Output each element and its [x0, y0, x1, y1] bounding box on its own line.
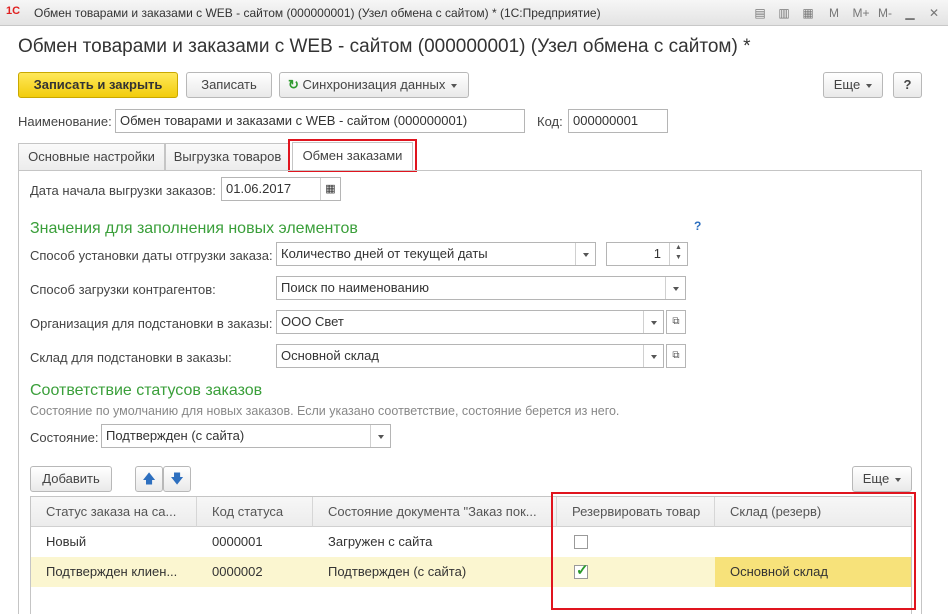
cell-status-code: 0000001: [212, 534, 263, 549]
name-input[interactable]: Обмен товарами и заказами с WEB - сайтом…: [115, 109, 525, 133]
start-date-input[interactable]: 01.06.2017 ▦: [221, 177, 341, 201]
section-new-elements-title: Значения для заполнения новых элементов: [30, 220, 358, 237]
warehouse-value: Основной склад: [281, 348, 379, 363]
contractors-label: Способ загрузки контрагентов:: [30, 282, 216, 297]
ship-days-stepper[interactable]: 1 ▲ ▼: [606, 242, 688, 266]
column-header-status-code[interactable]: Код статуса: [197, 497, 313, 527]
organization-value: ООО Свет: [281, 314, 344, 329]
cell-document-state: Загружен с сайта: [328, 534, 433, 549]
chevron-down-icon[interactable]: [575, 243, 595, 265]
ship-days-value: 1: [653, 246, 661, 261]
help-button[interactable]: ?: [893, 72, 922, 98]
sync-data-label: Синхронизация данных: [302, 77, 446, 92]
chevron-down-icon: [451, 83, 458, 88]
code-input[interactable]: 000000001: [568, 109, 668, 133]
tab-highlight-frame: [288, 139, 417, 172]
section-status-title: Соответствие статусов заказов: [30, 382, 263, 399]
state-value: Подтвержден (с сайта): [106, 428, 245, 443]
save-and-close-button[interactable]: Записать и закрыть: [18, 72, 178, 98]
print-icon[interactable]: ▤: [752, 5, 768, 21]
column-header-site-status[interactable]: Статус заказа на са...: [31, 497, 197, 527]
close-icon[interactable]: ✕: [926, 5, 942, 21]
move-down-icon[interactable]: 🡇: [163, 466, 191, 492]
calendar-icon[interactable]: ▦: [800, 5, 816, 21]
ship-date-value: Количество дней от текущей даты: [281, 246, 488, 261]
window-titlebar: 1С Обмен товарами и заказами с WEB - сай…: [0, 0, 948, 26]
save-button[interactable]: Записать: [186, 72, 272, 98]
minimize-icon[interactable]: ▁: [902, 5, 918, 21]
refresh-icon: ↻: [288, 77, 299, 92]
start-date-label: Дата начала выгрузки заказов:: [30, 183, 216, 198]
cell-document-state: Подтвержден (с сайта): [328, 564, 467, 579]
reserve-columns-highlight-frame: [551, 492, 916, 610]
chevron-down-icon[interactable]: [370, 425, 390, 447]
document-icon[interactable]: ▥: [776, 5, 792, 21]
tab-goods-export[interactable]: Выгрузка товаров: [165, 143, 290, 170]
form-heading: Обмен товарами и заказами с WEB - сайтом…: [18, 36, 751, 57]
start-date-value: 01.06.2017: [226, 181, 292, 196]
memory-mminus-button[interactable]: M-: [874, 5, 896, 21]
chevron-down-icon[interactable]: [643, 311, 663, 333]
column-header-document-state[interactable]: Состояние документа "Заказ пок...: [313, 497, 557, 527]
cell-site-status: Подтвержден клиен...: [46, 564, 178, 579]
section-help-icon[interactable]: ?: [694, 219, 701, 233]
contractors-select[interactable]: Поиск по наименованию: [276, 276, 686, 300]
organization-label: Организация для подстановки в заказы:: [30, 316, 273, 331]
calendar-icon[interactable]: ▦: [320, 178, 340, 200]
move-up-icon[interactable]: 🡅: [135, 466, 163, 492]
app-logo: 1С: [6, 5, 21, 17]
state-label: Состояние:: [30, 430, 99, 445]
warehouse-label: Склад для подстановки в заказы:: [30, 350, 232, 365]
more-button[interactable]: Еще: [823, 72, 883, 98]
contractors-value: Поиск по наименованию: [281, 280, 429, 295]
warehouse-select[interactable]: Основной склад: [276, 344, 664, 368]
organization-select[interactable]: ООО Свет: [276, 310, 664, 334]
cell-status-code: 0000002: [212, 564, 263, 579]
cell-site-status: Новый: [46, 534, 87, 549]
window-title: Обмен товарами и заказами с WEB - сайтом…: [34, 6, 601, 20]
add-row-button[interactable]: Добавить: [30, 466, 112, 492]
chevron-down-icon: [866, 83, 873, 88]
open-organization-icon[interactable]: ⧉: [666, 310, 686, 334]
ship-date-label: Способ установки даты отгрузки заказа:: [30, 248, 273, 263]
table-more-button[interactable]: Еще: [852, 466, 912, 492]
more-label: Еще: [833, 77, 861, 92]
table-more-label: Еще: [862, 471, 890, 486]
ship-date-select[interactable]: Количество дней от текущей даты: [276, 242, 596, 266]
memory-mplus-button[interactable]: M+: [850, 5, 872, 21]
sync-data-button[interactable]: ↻ Синхронизация данных: [279, 72, 469, 98]
state-select[interactable]: Подтвержден (с сайта): [101, 424, 391, 448]
chevron-down-icon[interactable]: [665, 277, 685, 299]
chevron-down-icon[interactable]: [643, 345, 663, 367]
status-note: Состояние по умолчанию для новых заказов…: [30, 404, 620, 418]
open-warehouse-icon[interactable]: ⧉: [666, 344, 686, 368]
memory-m-button[interactable]: M: [826, 5, 842, 21]
name-label: Наименование:: [18, 114, 112, 129]
chevron-down-icon: [895, 477, 902, 482]
code-label: Код:: [537, 114, 563, 129]
stepper-arrows-icon[interactable]: ▲ ▼: [669, 243, 687, 265]
tab-main-settings[interactable]: Основные настройки: [18, 143, 165, 170]
